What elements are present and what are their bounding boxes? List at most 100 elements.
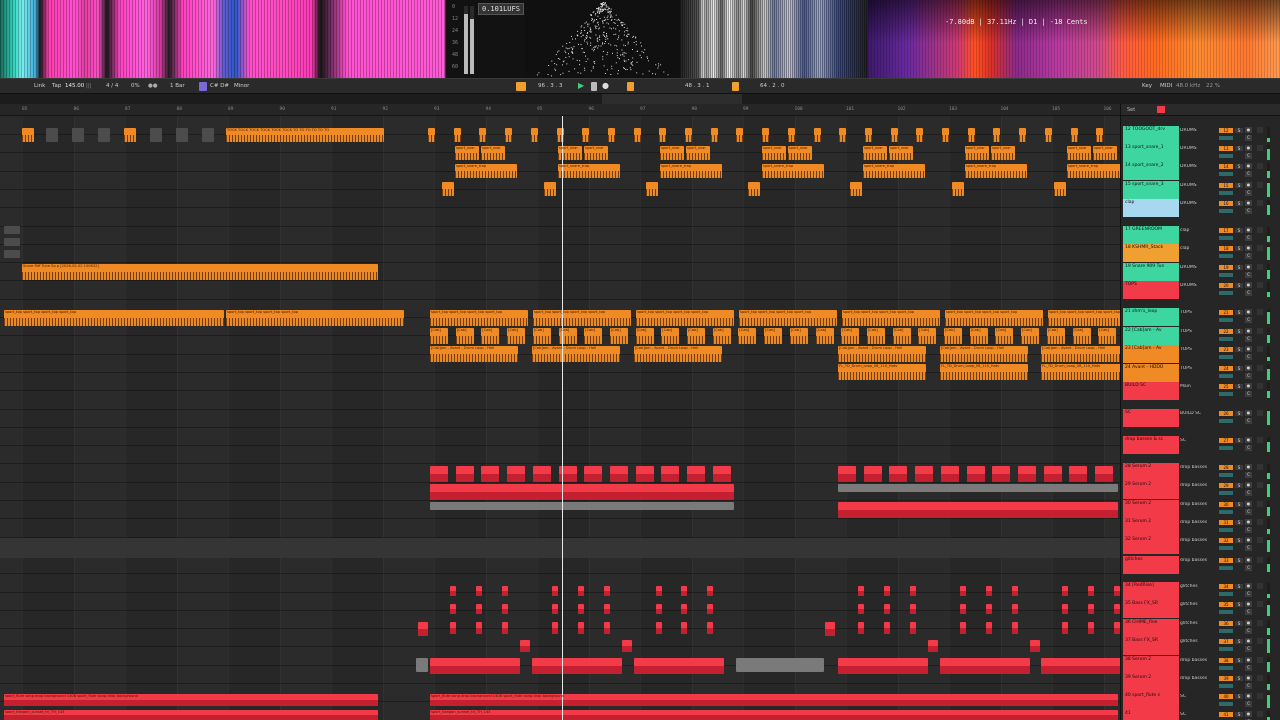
track-monitor-button[interactable] xyxy=(1257,711,1263,717)
muted-clip[interactable] xyxy=(4,226,20,234)
track-solo-button[interactable]: S xyxy=(1235,694,1243,699)
kick-clip[interactable] xyxy=(453,128,461,142)
track-pan[interactable] xyxy=(1219,136,1233,140)
track-volume[interactable]: 36 xyxy=(1219,621,1233,626)
track-crossfade-button[interactable]: C xyxy=(1245,565,1252,571)
track-pan[interactable] xyxy=(1219,191,1233,195)
track-volume[interactable]: 28 xyxy=(1219,465,1233,470)
drum-loop-clip[interactable]: [Cab] xyxy=(1072,328,1091,344)
snare-clip[interactable]: sport_snar xyxy=(481,146,505,160)
track-output-route[interactable]: SC xyxy=(1180,438,1215,443)
track-monitor-button[interactable] xyxy=(1257,227,1263,233)
track-volume[interactable]: 40 xyxy=(1219,694,1233,699)
track-arm-button[interactable]: ● xyxy=(1245,245,1252,251)
fl-loop-clip[interactable]: FL_TD_Drum_Loop_08_110_Hats xyxy=(1041,364,1120,380)
key-select[interactable]: C# D# xyxy=(210,83,229,89)
drum-loop-clip[interactable]: [Cab] xyxy=(841,328,860,344)
snare-clip[interactable]: sport_snar xyxy=(455,146,479,160)
drum-loop-clip[interactable]: [Cab]am - Avant - Drum Loop - Hell xyxy=(430,346,518,362)
track-volume[interactable]: 22 xyxy=(1219,329,1233,334)
track-arm-button[interactable]: ● xyxy=(1245,227,1252,233)
snare-riff-clip[interactable]: Snare Riff Tune So p [2026-02-02 100632] xyxy=(22,264,378,280)
kick-clip[interactable] xyxy=(1044,128,1052,142)
snare-fill-clip[interactable] xyxy=(850,182,862,196)
glitch-clip[interactable] xyxy=(656,622,662,634)
record-icon[interactable]: ● xyxy=(602,81,609,90)
fx-clip[interactable] xyxy=(1030,640,1040,652)
bass-clip[interactable] xyxy=(1041,658,1120,674)
track-volume[interactable]: 33 xyxy=(1219,558,1233,563)
track-pan[interactable] xyxy=(1219,337,1233,341)
snare-clip[interactable]: sport_snar xyxy=(991,146,1015,160)
tempo-field[interactable]: 145.00 xyxy=(65,83,84,89)
kick-clip[interactable] xyxy=(607,128,615,142)
glitch-clip[interactable] xyxy=(476,622,482,634)
bass-clip[interactable] xyxy=(481,466,500,482)
glitch-clip[interactable] xyxy=(707,586,713,596)
track-crossfade-button[interactable]: C xyxy=(1245,208,1252,214)
kick-clip[interactable]: TOCK TOCK TOCK TOCK TOCK TOCK TO TO TO T… xyxy=(226,128,384,142)
track-monitor-button[interactable] xyxy=(1257,693,1263,699)
track-name[interactable]: 28 Serum 2 xyxy=(1123,463,1179,481)
glitch-clip[interactable] xyxy=(1062,586,1068,596)
track-pan[interactable] xyxy=(1219,291,1233,295)
riser-clip[interactable] xyxy=(825,622,835,636)
glitch-clip[interactable] xyxy=(986,622,992,634)
glitch-clip[interactable] xyxy=(578,622,584,634)
track-name[interactable]: glitches xyxy=(1123,556,1179,574)
track-pan[interactable] xyxy=(1219,684,1233,688)
drum-loop-clip[interactable]: [Cab] xyxy=(532,328,551,344)
track-pan[interactable] xyxy=(1219,491,1233,495)
tap-button[interactable]: Tap xyxy=(52,83,61,89)
glitch-clip[interactable] xyxy=(884,622,890,634)
glitch-clip[interactable] xyxy=(604,622,610,634)
loop-length-display[interactable]: 64 . 2 . 0 xyxy=(760,83,785,89)
track-name[interactable]: 34 [RedRise] xyxy=(1123,582,1179,600)
track-header[interactable]: 12 TOOGOOT_drv DRUMS 12 S ● C xyxy=(1121,126,1280,144)
track-name[interactable]: clap xyxy=(1123,199,1179,217)
drum-loop-clip[interactable]: [Cab] xyxy=(995,328,1014,344)
track-solo-button[interactable]: S xyxy=(1235,265,1243,270)
track-pan[interactable] xyxy=(1219,629,1233,633)
track-volume[interactable]: 30 xyxy=(1219,502,1233,507)
hat-clip[interactable]: sport_top sport_top sport_top sport_top xyxy=(430,310,528,326)
track-arm-button[interactable]: ● xyxy=(1245,601,1252,607)
kick-clip[interactable] xyxy=(890,128,898,142)
track-output-route[interactable]: DRUMS xyxy=(1180,265,1215,270)
track-solo-button[interactable]: S xyxy=(1235,520,1243,525)
track-output-route[interactable]: drop basses xyxy=(1180,676,1215,681)
track-pan[interactable] xyxy=(1219,473,1233,477)
playhead[interactable] xyxy=(562,116,563,720)
track-monitor-button[interactable] xyxy=(1257,638,1263,644)
glitch-clip[interactable] xyxy=(604,586,610,596)
track-solo-button[interactable]: S xyxy=(1235,483,1243,488)
track-monitor-button[interactable] xyxy=(1257,657,1263,663)
snare-clip[interactable]: sport_snare_trap xyxy=(455,164,517,178)
track-solo-button[interactable]: S xyxy=(1235,347,1243,352)
track-output-route[interactable]: glitches xyxy=(1180,639,1215,644)
track-monitor-button[interactable] xyxy=(1257,620,1263,626)
track-pan[interactable] xyxy=(1219,209,1233,213)
track-solo-button[interactable]: S xyxy=(1235,558,1243,563)
drum-loop-clip[interactable]: [Cab] xyxy=(609,328,628,344)
track-solo-button[interactable]: S xyxy=(1235,502,1243,507)
track-header[interactable]: 21 shm's_loop TOPS 21 S ● C xyxy=(1121,308,1280,326)
track-solo-button[interactable]: S xyxy=(1235,246,1243,251)
track-monitor-button[interactable] xyxy=(1257,328,1263,334)
vocal-clip[interactable]: sport_tlangan_sunset_tri_TH_143 xyxy=(430,710,1118,720)
bar-ruler[interactable]: 85 86 87 88 89 90 91 92 93 94 95 96 97 98 99 100 101 102 1… xyxy=(0,104,1120,116)
glitch-clip[interactable] xyxy=(858,586,864,596)
kick-clip[interactable] xyxy=(582,128,590,142)
track-name[interactable]: 19 Snare 909 Tun xyxy=(1123,263,1179,281)
track-arm-button[interactable]: ● xyxy=(1245,328,1252,334)
kick-clip[interactable] xyxy=(479,128,487,142)
track-pan[interactable] xyxy=(1219,666,1233,670)
track-pan[interactable] xyxy=(1219,510,1233,514)
track-header[interactable]: 40 sport_flute s SC 40 S ● C xyxy=(1121,692,1280,710)
follow-button[interactable] xyxy=(516,82,526,91)
drum-loop-clip[interactable]: [Cab] xyxy=(764,328,783,344)
track-arm-button[interactable]: ● xyxy=(1245,657,1252,663)
track-arm-button[interactable]: ● xyxy=(1245,620,1252,626)
track-name[interactable]: 22 [Cab]am - Av xyxy=(1123,327,1179,345)
track-name[interactable]: 29 Serum 2 xyxy=(1123,481,1179,499)
